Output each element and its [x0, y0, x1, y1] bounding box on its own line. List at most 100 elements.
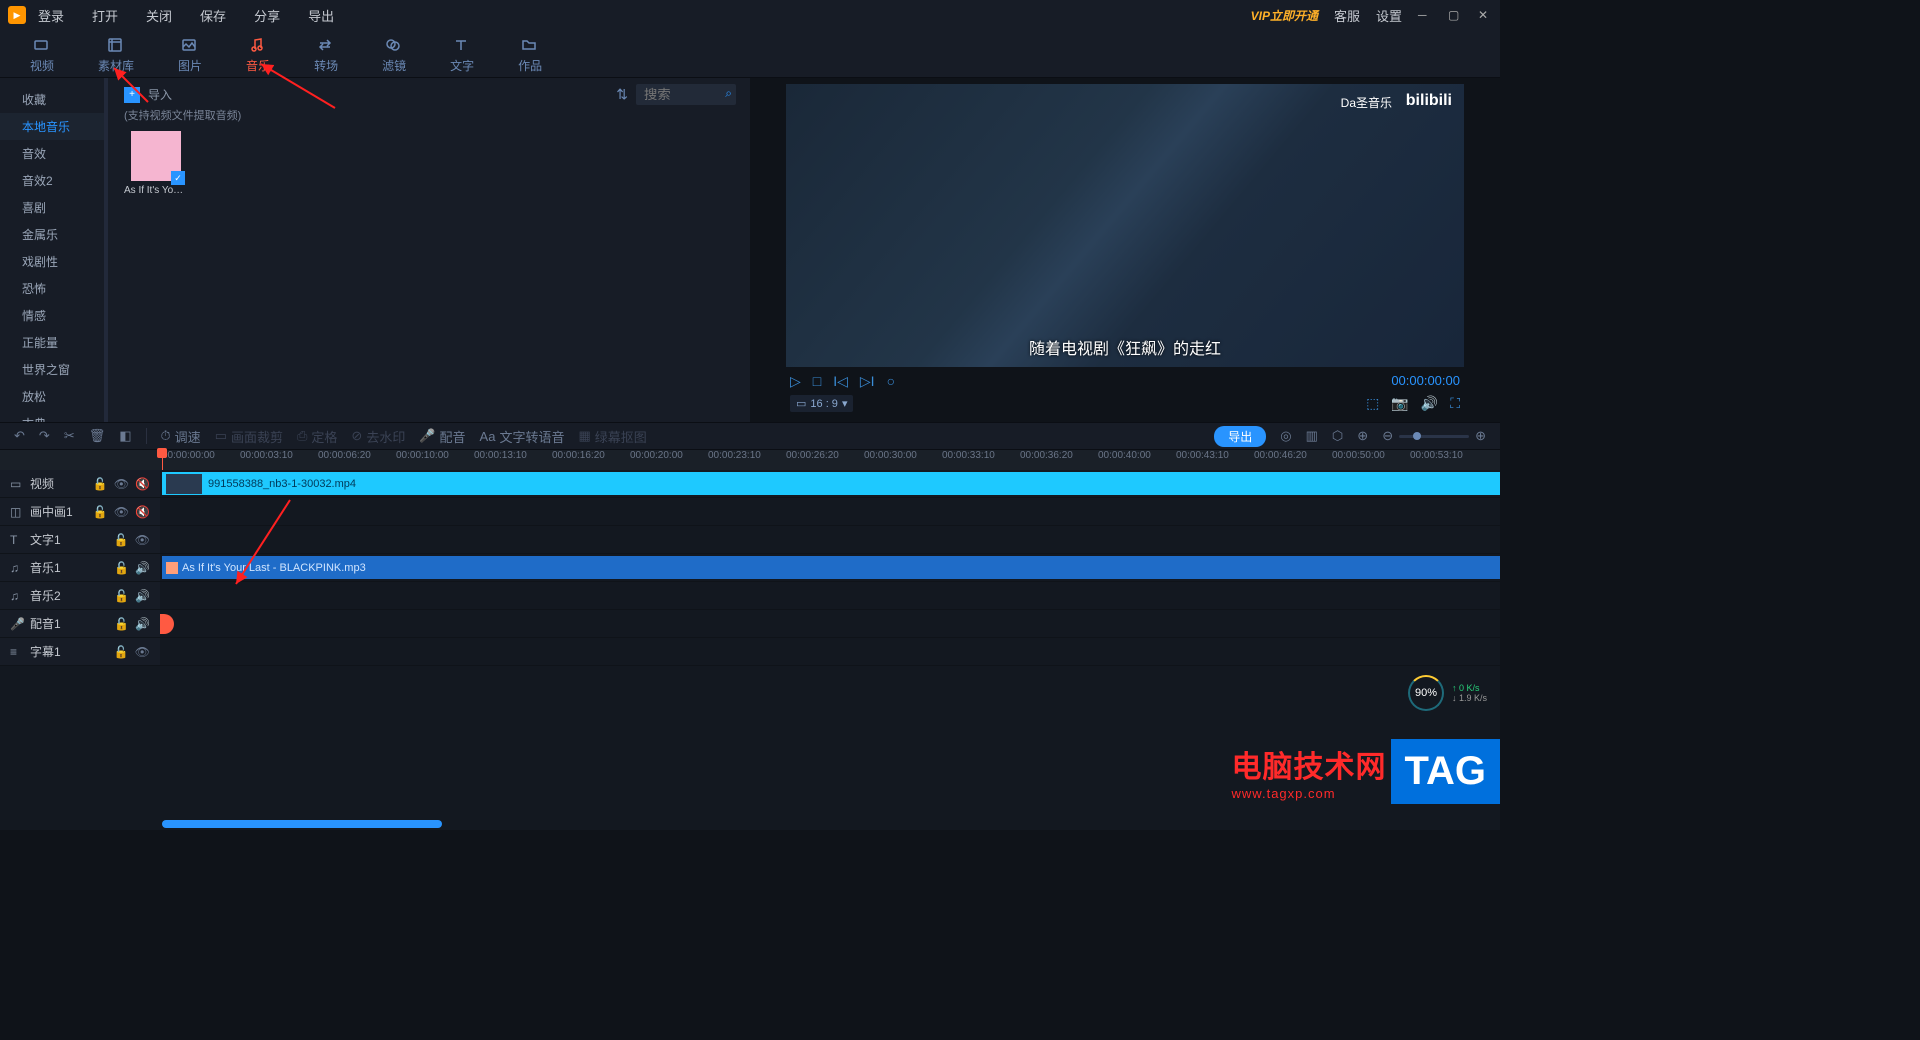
ruler-tick: 00:00:33:10	[942, 450, 1020, 470]
zoom-slider[interactable]	[1399, 435, 1469, 438]
crop-button[interactable]: ▭ 画面裁剪	[215, 427, 283, 446]
tab-text[interactable]: 文字	[450, 34, 474, 77]
settings-button[interactable]: 设置	[1376, 6, 1402, 25]
record-icon[interactable]: ○	[887, 373, 895, 389]
eye-icon[interactable]: 👁	[135, 533, 150, 547]
magnet-icon[interactable]: ⬡	[1332, 428, 1343, 444]
login-button[interactable]: 登录	[38, 6, 64, 25]
search-icon[interactable]: ⌕	[725, 86, 732, 101]
lock-icon[interactable]: 🔓	[93, 477, 108, 491]
mute-icon[interactable]: 🔊	[135, 561, 150, 575]
lock-icon[interactable]: 🔓	[114, 561, 129, 575]
import-button[interactable]: 导入	[148, 86, 172, 103]
crop-tool-icon[interactable]: ◧	[119, 428, 131, 444]
aspect-ratio-selector[interactable]: ▭ 16 : 9 ▾	[790, 395, 853, 412]
tab-filter[interactable]: 滤镜	[382, 34, 406, 77]
greenscreen-button[interactable]: ▦ 绿幕抠图	[578, 427, 646, 446]
tab-video[interactable]: 视频	[30, 34, 54, 77]
dub-button[interactable]: 🎤 配音	[419, 427, 465, 446]
dewatermark-button[interactable]: ⊘ 去水印	[351, 427, 405, 446]
search-input[interactable]	[636, 84, 736, 105]
cat-metal[interactable]: 金属乐	[0, 221, 104, 248]
delete-icon[interactable]: 🗑	[89, 428, 106, 444]
freeze-button[interactable]: ⎙ 定格	[297, 427, 337, 446]
video-clip[interactable]: 991558388_nb3-1-30032.mp4	[162, 472, 1500, 495]
speed-button[interactable]: ⏱ 调速	[161, 427, 201, 446]
import-icon[interactable]: +	[124, 87, 140, 103]
time-ruler[interactable]: 00:00:00:0000:00:03:1000:00:06:2000:00:1…	[0, 450, 1500, 470]
camera-icon[interactable]: 📷	[1391, 395, 1408, 412]
menu-export[interactable]: 导出	[308, 6, 334, 25]
ruler-tick: 00:00:06:20	[318, 450, 396, 470]
mute-icon[interactable]: 🔇	[135, 505, 150, 519]
lock-icon[interactable]: 🔓	[114, 589, 129, 603]
tab-label: 转场	[314, 57, 338, 74]
audio-clip[interactable]: As If It's Your Last - BLACKPINK.mp3	[162, 556, 1500, 579]
split-view-icon[interactable]: ▥	[1306, 428, 1318, 444]
mute-icon[interactable]: 🔊	[135, 589, 150, 603]
chevron-down-icon: ▾	[842, 397, 848, 410]
zoom-control: ⊖ ⊕	[1382, 428, 1486, 444]
volume-icon[interactable]: 🔊	[1421, 395, 1438, 412]
menu-close[interactable]: 关闭	[146, 6, 172, 25]
cat-world[interactable]: 世界之窗	[0, 356, 104, 383]
sort-icon[interactable]: ⇅	[616, 86, 628, 103]
preview-panel: Da圣音乐 bilibili 随着电视剧《狂飙》的走红 ▷ □ I◁ ▷I ○ …	[750, 78, 1500, 422]
video-icon	[33, 37, 51, 55]
export-button[interactable]: 导出	[1214, 426, 1266, 447]
eye-icon[interactable]: 👁	[114, 477, 129, 491]
asset-item[interactable]: ✓ As If It's Your ...	[124, 131, 188, 196]
preview-viewport[interactable]: Da圣音乐 bilibili 随着电视剧《狂飙》的走红	[786, 84, 1464, 367]
stop-icon[interactable]: □	[813, 373, 821, 389]
cat-local-music[interactable]: 本地音乐	[0, 113, 104, 140]
cat-favorites[interactable]: 收藏	[0, 86, 104, 113]
cat-emotion[interactable]: 情感	[0, 302, 104, 329]
cat-relax[interactable]: 放松	[0, 383, 104, 410]
lock-icon[interactable]: 🔓	[114, 533, 129, 547]
menu-open[interactable]: 打开	[92, 6, 118, 25]
vip-button[interactable]: VIP立即开通	[1251, 7, 1318, 24]
preview-timecode: 00:00:00:00	[1391, 373, 1460, 389]
tab-project[interactable]: 作品	[518, 34, 542, 77]
cat-positive[interactable]: 正能量	[0, 329, 104, 356]
close-icon[interactable]: ✕	[1478, 8, 1492, 22]
menu-save[interactable]: 保存	[200, 6, 226, 25]
lock-icon[interactable]: 🔓	[114, 617, 129, 631]
cat-sfx2[interactable]: 音效2	[0, 167, 104, 194]
dub-marker[interactable]	[160, 614, 174, 634]
tab-transition[interactable]: 转场	[314, 34, 338, 77]
maximize-icon[interactable]: ▢	[1448, 8, 1462, 22]
undo-icon[interactable]: ↶	[14, 428, 25, 444]
play-icon[interactable]: ▷	[790, 373, 801, 390]
snapshot-icon[interactable]: ⬚	[1366, 395, 1379, 412]
marker-icon[interactable]: ⊕	[1357, 428, 1368, 444]
cat-classical[interactable]: 古典	[0, 410, 104, 422]
eye-icon[interactable]: 👁	[135, 645, 150, 659]
ruler-tick: 00:00:43:10	[1176, 450, 1254, 470]
menu-share[interactable]: 分享	[254, 6, 280, 25]
tab-image[interactable]: 图片	[178, 34, 202, 77]
mute-icon[interactable]: 🔊	[135, 617, 150, 631]
zoom-in-icon[interactable]: ⊕	[1475, 428, 1486, 444]
prev-frame-icon[interactable]: I◁	[833, 373, 848, 390]
support-button[interactable]: 客服	[1334, 6, 1360, 25]
cat-comedy[interactable]: 喜剧	[0, 194, 104, 221]
minimize-icon[interactable]: ─	[1418, 8, 1432, 22]
zoom-out-icon[interactable]: ⊖	[1382, 428, 1393, 444]
next-frame-icon[interactable]: ▷I	[860, 373, 875, 390]
tab-library[interactable]: 素材库	[98, 34, 134, 77]
tts-button[interactable]: Aa 文字转语音	[480, 427, 565, 446]
cat-drama[interactable]: 戏剧性	[0, 248, 104, 275]
cat-sfx[interactable]: 音效	[0, 140, 104, 167]
safe-area-icon[interactable]: ◎	[1280, 428, 1291, 444]
horizontal-scrollbar[interactable]	[162, 820, 442, 828]
lock-icon[interactable]: 🔓	[114, 645, 129, 659]
tab-music[interactable]: 音乐	[246, 34, 270, 77]
mute-icon[interactable]: 🔇	[135, 477, 150, 491]
cut-icon[interactable]: ✂	[64, 428, 75, 444]
cat-horror[interactable]: 恐怖	[0, 275, 104, 302]
redo-icon[interactable]: ↷	[39, 428, 50, 444]
eye-icon[interactable]: 👁	[114, 505, 129, 519]
lock-icon[interactable]: 🔓	[93, 505, 108, 519]
fullscreen-icon[interactable]: ⛶	[1450, 395, 1460, 412]
